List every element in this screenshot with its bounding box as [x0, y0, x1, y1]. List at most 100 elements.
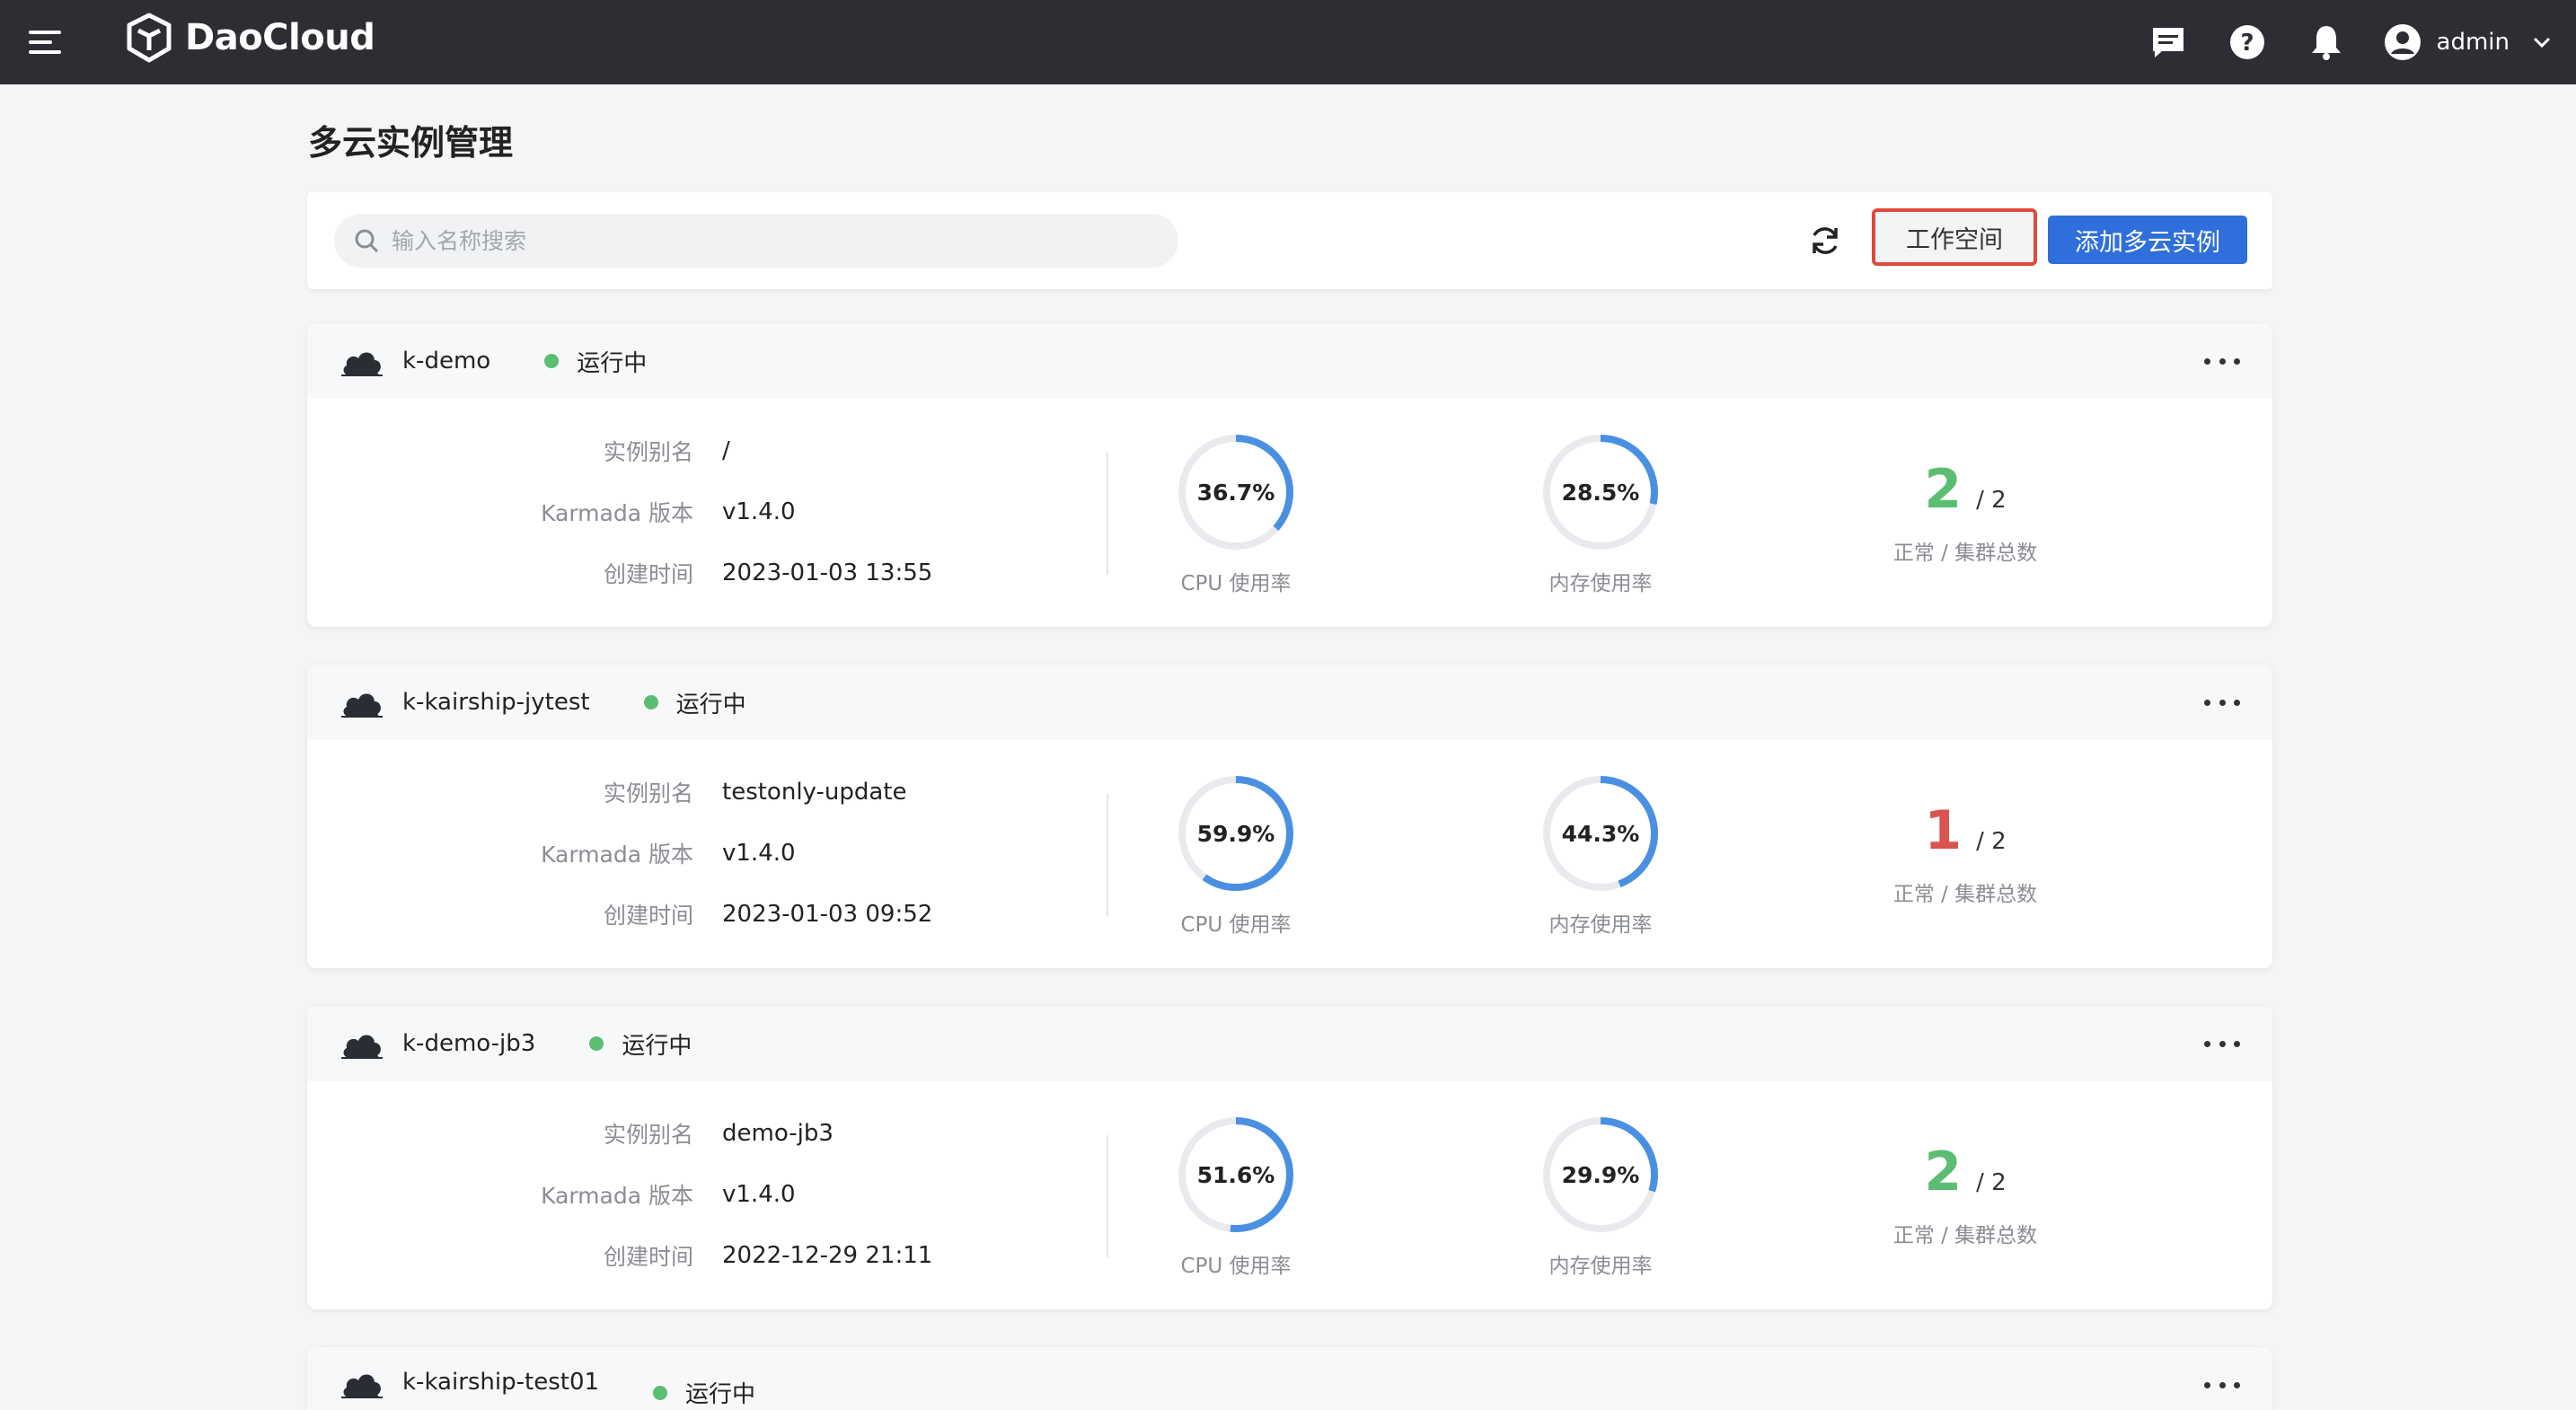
created-label: 创建时间 [603, 903, 693, 929]
version-label: Karmada 版本 [541, 500, 693, 526]
cluster-count: 1 / 2 正常 / 集群总数 [1866, 799, 2064, 907]
created-value: 2022-12-29 21:11 [722, 1242, 933, 1269]
memory-metric: 29.9% 内存使用率 [1511, 1115, 1690, 1279]
more-options-icon[interactable] [2204, 1370, 2240, 1399]
total-cluster-count: / 2 [1976, 487, 2007, 514]
user-name: admin [2436, 29, 2510, 56]
cpu-value: 59.9% [1196, 820, 1275, 847]
cluster-count: 2 / 2 正常 / 集群总数 [1866, 1141, 2064, 1248]
total-cluster-count: / 2 [1976, 828, 2007, 855]
status-text: 运行中 [675, 691, 746, 718]
status-dot [653, 1385, 668, 1400]
cluster-count: 2 / 2 正常 / 集群总数 [1866, 458, 2064, 566]
status-badge: 运行中 [643, 686, 746, 719]
alias-label: 实例别名 [603, 439, 693, 465]
alias-label: 实例别名 [603, 1122, 693, 1148]
divider [1107, 1135, 1108, 1257]
card-header: k-kairship-jytest 运行中 [307, 665, 2272, 740]
more-options-icon[interactable] [2204, 688, 2240, 717]
memory-label: 内存使用率 [1548, 572, 1653, 595]
cpu-value: 51.6% [1196, 1161, 1275, 1188]
instance-name[interactable]: k-demo-jb3 [402, 1030, 535, 1057]
instance-name[interactable]: k-kairship-jytest [402, 689, 590, 716]
version-value: v1.4.0 [722, 498, 796, 525]
instance-name[interactable]: k-demo [402, 348, 490, 375]
cloud-icon [341, 693, 383, 718]
memory-value: 29.9% [1561, 1161, 1640, 1188]
created-value: 2023-01-03 13:55 [722, 560, 933, 586]
version-value: v1.4.0 [722, 1181, 796, 1208]
instance-card[interactable]: k-demo-jb3 运行中 实例别名 demo-jb3 Karmada 版本 v1… [307, 1006, 2272, 1309]
status-badge: 运行中 [653, 1376, 755, 1409]
alias-value: demo-jb3 [722, 1120, 834, 1147]
bell-icon[interactable] [2306, 22, 2347, 63]
memory-metric: 28.5% 内存使用率 [1511, 433, 1690, 596]
status-text: 运行中 [685, 1381, 756, 1408]
daocloud-logo-icon [127, 13, 172, 63]
refresh-icon[interactable] [1805, 221, 1845, 260]
search-input[interactable] [392, 227, 1164, 254]
created-value: 2023-01-03 09:52 [722, 901, 933, 928]
status-dot [589, 1036, 604, 1051]
instance-card[interactable]: k-kairship-test01 运行中 [307, 1347, 2272, 1410]
status-text: 运行中 [622, 1032, 693, 1060]
brand-logo[interactable]: DaoCloud [126, 13, 375, 63]
menu-icon[interactable] [29, 24, 65, 60]
version-value: v1.4.0 [722, 840, 796, 867]
created-row: 创建时间 2023-01-03 09:52 [307, 896, 1116, 932]
instance-card[interactable]: k-demo 运行中 实例别名 / Karmada 版本 v1.4.0 创建时间 20… [307, 323, 2272, 627]
cloud-icon [341, 352, 383, 376]
workspace-button[interactable]: 工作空间 [1872, 208, 2037, 266]
cpu-label: CPU 使用率 [1180, 1255, 1292, 1278]
alias-row: 实例别名 demo-jb3 [307, 1115, 1116, 1151]
status-dot [643, 695, 658, 709]
memory-value: 44.3% [1561, 820, 1640, 847]
created-row: 创建时间 2023-01-03 13:55 [307, 555, 1116, 591]
brand-name: DaoCloud [185, 17, 375, 58]
cpu-value: 36.7% [1196, 479, 1275, 506]
alias-row: 实例别名 testonly-update [307, 774, 1116, 810]
add-instance-button[interactable]: 添加多云实例 [2048, 216, 2247, 264]
more-options-icon[interactable] [2204, 1029, 2240, 1058]
healthy-cluster-count: 2 [1924, 458, 1963, 521]
more-options-icon[interactable] [2204, 347, 2240, 375]
card-header: k-demo 运行中 [307, 323, 2272, 399]
status-text: 运行中 [577, 349, 648, 377]
alias-value: / [722, 437, 730, 464]
cpu-label: CPU 使用率 [1180, 572, 1292, 595]
card-header: k-kairship-test01 运行中 [307, 1347, 2272, 1410]
memory-metric: 44.3% 内存使用率 [1511, 774, 1690, 938]
search-box[interactable] [334, 214, 1178, 268]
version-row: Karmada 版本 v1.4.0 [307, 494, 1116, 530]
version-row: Karmada 版本 v1.4.0 [307, 835, 1116, 871]
cluster-label: 正常 / 集群总数 [1892, 883, 2038, 906]
total-cluster-count: / 2 [1976, 1169, 2007, 1196]
memory-label: 内存使用率 [1548, 1255, 1653, 1278]
version-row: Karmada 版本 v1.4.0 [307, 1176, 1116, 1212]
cpu-label: CPU 使用率 [1180, 913, 1292, 937]
healthy-cluster-count: 2 [1924, 1141, 1963, 1203]
toolbar: 工作空间 添加多云实例 [307, 192, 2272, 289]
status-badge: 运行中 [589, 1027, 692, 1061]
created-label: 创建时间 [603, 1244, 693, 1270]
cloud-icon [341, 1035, 383, 1059]
instance-card[interactable]: k-kairship-jytest 运行中 实例别名 testonly-updat… [307, 665, 2272, 968]
user-menu[interactable]: admin [2383, 22, 2551, 62]
alias-value: testonly-update [722, 779, 907, 806]
status-badge: 运行中 [544, 345, 647, 378]
card-header: k-demo-jb3 运行中 [307, 1006, 2272, 1081]
memory-label: 内存使用率 [1548, 913, 1653, 937]
divider [1107, 794, 1108, 916]
top-bar: DaoCloud ? admin [0, 0, 2576, 84]
alias-label: 实例别名 [603, 780, 693, 806]
alias-row: 实例别名 / [307, 433, 1116, 469]
cluster-label: 正常 / 集群总数 [1892, 1224, 2038, 1247]
chat-icon[interactable] [2148, 22, 2189, 63]
help-icon[interactable]: ? [2227, 22, 2268, 63]
status-dot [544, 354, 560, 368]
cloud-icon [341, 1374, 383, 1398]
chevron-down-icon [2533, 37, 2551, 48]
instance-name[interactable]: k-kairship-test01 [402, 1369, 599, 1396]
cpu-metric: 36.7% CPU 使用率 [1146, 433, 1326, 596]
cluster-label: 正常 / 集群总数 [1892, 542, 2038, 565]
